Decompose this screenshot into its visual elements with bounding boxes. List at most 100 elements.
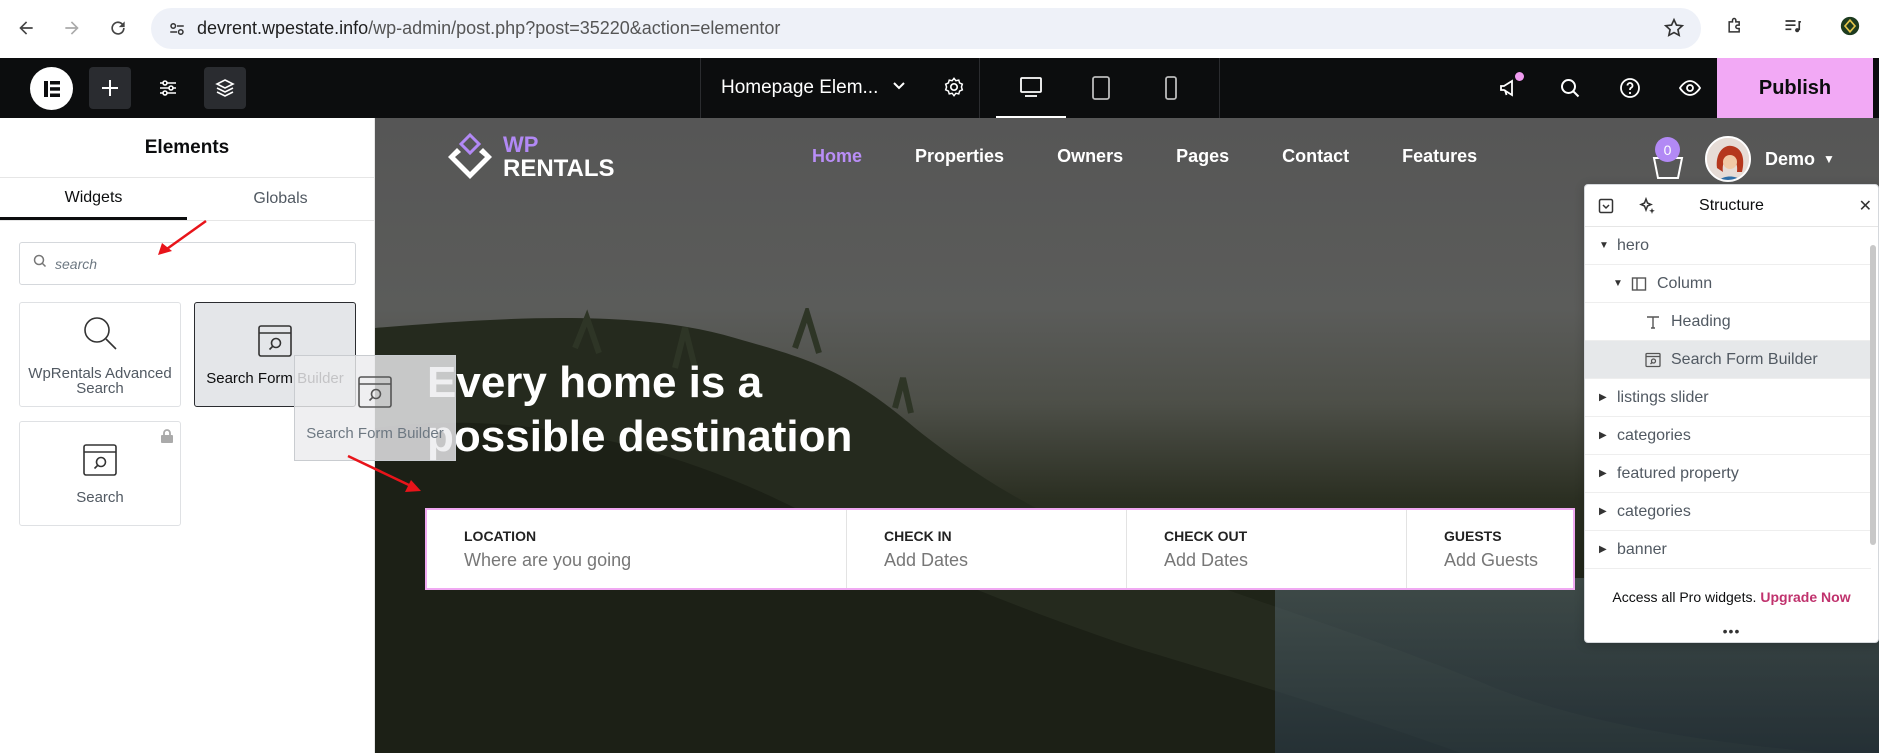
url-host: devrent.wpestate.info [197, 18, 369, 38]
widget-label: Search [76, 488, 124, 506]
scrollbar-thumb[interactable] [1870, 245, 1876, 545]
add-element-button[interactable] [89, 67, 131, 109]
search-form-widget[interactable]: LOCATION Where are you going CHECK IN Ad… [425, 508, 1575, 590]
nav-pages[interactable]: Pages [1176, 146, 1229, 167]
tree-item-label: Column [1657, 274, 1713, 292]
tree-item-listings-slider[interactable]: ▶ listings slider [1585, 379, 1871, 417]
elementor-logo-button[interactable] [30, 67, 73, 110]
browser-toolbar: devrent.wpestate.info/wp-admin/post.php?… [0, 0, 1879, 58]
extensions-button[interactable] [1706, 8, 1764, 44]
tree-item-categories[interactable]: ▶ categories [1585, 417, 1871, 455]
drag-ghost-label: Search Form Builder [306, 424, 444, 442]
field-placeholder: Where are you going [464, 549, 632, 570]
guests-field[interactable]: GUESTS Add Guests [1407, 510, 1573, 588]
finder-button[interactable] [1540, 58, 1600, 118]
tree-item-banner[interactable]: ▶ banner [1585, 531, 1871, 569]
check-out-field[interactable]: CHECK OUT Add Dates [1127, 510, 1407, 588]
nav-owners[interactable]: Owners [1057, 146, 1123, 167]
caret-down-icon[interactable]: ▼ [1599, 240, 1609, 251]
tree-item-featured-property[interactable]: ▶ featured property [1585, 455, 1871, 493]
plus-icon [102, 80, 118, 96]
tree-item-column[interactable]: ▼ Column [1585, 265, 1871, 303]
nav-properties[interactable]: Properties [915, 146, 1004, 167]
layers-icon [215, 79, 235, 97]
elementor-topbar: Homepage Elem... Publish [0, 58, 1879, 118]
whats-new-button[interactable] [1480, 58, 1540, 118]
cart-count-badge: 0 [1655, 137, 1680, 162]
structure-button[interactable] [204, 67, 246, 109]
caret-right-icon[interactable]: ▶ [1599, 468, 1609, 479]
widget-wprentals-advanced-search[interactable]: WpRentals Advanced Search [19, 302, 181, 407]
preview-button[interactable] [1660, 58, 1720, 118]
tree-item-categories-2[interactable]: ▶ categories [1585, 493, 1871, 531]
reload-button[interactable] [100, 10, 136, 46]
tablet-icon [1092, 76, 1110, 100]
annotation-arrow-search [158, 219, 207, 255]
caret-right-icon[interactable]: ▶ [1599, 430, 1609, 441]
site-settings-button[interactable] [147, 67, 189, 109]
desktop-icon [1020, 77, 1042, 97]
help-button[interactable] [1600, 58, 1660, 118]
puzzle-icon [1728, 17, 1740, 33]
tree-item-label: featured property [1617, 464, 1739, 482]
logo-text: WP RENTALS [503, 133, 615, 181]
site-settings-icon[interactable] [165, 17, 189, 41]
user-avatar [1705, 136, 1751, 182]
sparkle-icon [1639, 196, 1655, 214]
arrow-right-icon [65, 21, 79, 35]
caret-right-icon[interactable]: ▶ [1599, 506, 1609, 517]
address-bar[interactable]: devrent.wpestate.info/wp-admin/post.php?… [151, 8, 1701, 49]
tablet-view-button[interactable] [1066, 58, 1136, 118]
caret-down-icon[interactable]: ▼ [1613, 278, 1623, 289]
nav-home[interactable]: Home [812, 146, 862, 167]
mobile-view-button[interactable] [1136, 58, 1206, 118]
annotation-arrow-drop [347, 454, 421, 492]
playlist-icon [1785, 20, 1801, 33]
promo-text: Access all Pro widgets. [1612, 589, 1757, 605]
user-menu[interactable]: Demo ▼ [1705, 136, 1835, 182]
profile-avatar-icon [1841, 16, 1860, 36]
tab-globals[interactable]: Globals [187, 178, 374, 220]
tree-item-hero[interactable]: ▼ hero [1585, 227, 1871, 265]
ai-button[interactable] [1627, 185, 1669, 227]
tree-item-heading[interactable]: Heading [1585, 303, 1871, 341]
structure-scrollbar[interactable] [1870, 233, 1876, 563]
caret-right-icon[interactable]: ▶ [1599, 392, 1609, 403]
bookmark-star-icon[interactable] [1663, 17, 1685, 44]
search-form-icon [1645, 352, 1661, 368]
collapse-all-button[interactable] [1585, 185, 1627, 227]
check-in-field[interactable]: CHECK IN Add Dates [847, 510, 1127, 588]
media-controls-button[interactable] [1764, 8, 1822, 44]
notification-dot [1515, 72, 1524, 81]
document-settings[interactable]: Homepage Elem... [700, 58, 980, 118]
tree-item-label: Search Form Builder [1671, 350, 1818, 368]
hero-heading[interactable]: Every home is a possible destination [427, 356, 927, 464]
caret-right-icon[interactable]: ▶ [1599, 544, 1609, 555]
desktop-view-button[interactable] [996, 58, 1066, 118]
upgrade-link[interactable]: Upgrade Now [1760, 589, 1850, 605]
forward-button[interactable] [54, 10, 90, 46]
tree-item-label: Heading [1671, 312, 1731, 330]
widget-label: WpRentals Advanced Search [28, 365, 172, 397]
field-placeholder: Add Dates [884, 549, 969, 570]
close-icon[interactable]: ✕ [1859, 196, 1872, 216]
gear-icon[interactable] [943, 76, 965, 104]
site-logo[interactable]: WP RENTALS [445, 132, 615, 182]
back-button[interactable] [8, 10, 44, 46]
user-name: Demo [1765, 148, 1816, 169]
widget-search[interactable]: Search [19, 421, 181, 526]
cart-button[interactable]: 0 [1650, 137, 1686, 185]
tree-item-search-form-builder[interactable]: Search Form Builder [1585, 341, 1871, 379]
browser-actions [1706, 8, 1879, 44]
profile-button[interactable] [1821, 8, 1879, 44]
tab-widgets[interactable]: Widgets [0, 178, 187, 220]
resize-handle[interactable]: ••• [1585, 623, 1878, 639]
search-form-icon [82, 443, 118, 480]
publish-button[interactable]: Publish [1717, 58, 1873, 118]
location-field[interactable]: LOCATION Where are you going [427, 510, 847, 588]
nav-contact[interactable]: Contact [1282, 146, 1349, 167]
chevron-down-icon[interactable] [892, 77, 906, 99]
logo-text-top: WP [503, 132, 539, 157]
nav-features[interactable]: Features [1402, 146, 1477, 167]
url-text: devrent.wpestate.info/wp-admin/post.php?… [197, 18, 780, 39]
